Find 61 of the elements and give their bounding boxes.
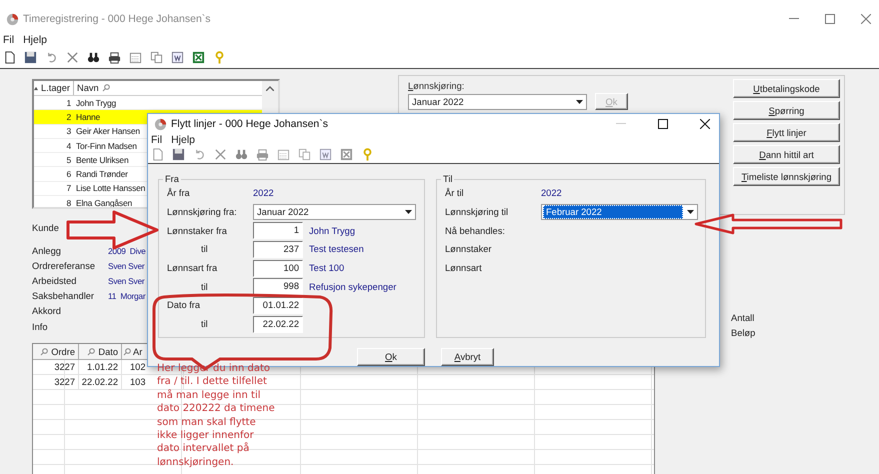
- column-title: Ar: [133, 346, 142, 357]
- field-label: Lønnskjøring fra:: [167, 207, 238, 218]
- list-cell-text: 4: [65, 140, 72, 151]
- field-label: til: [200, 282, 209, 292]
- field-value: John Trygg: [309, 226, 355, 236]
- field-value: Test 100: [309, 263, 344, 274]
- list-cell-text: Hanne: [75, 112, 100, 122]
- list-cell-text: John Trygg: [75, 98, 116, 108]
- column-title: Navn: [77, 83, 99, 93]
- list-cell-text: 8: [65, 198, 72, 207]
- field-label: Lønnskjøring:: [408, 81, 464, 91]
- table-cell: 1.01.22: [79, 360, 122, 376]
- column-title: Ordre: [51, 346, 75, 357]
- field-label: År til: [445, 188, 465, 198]
- total-label: Beløp: [731, 327, 756, 340]
- table-cell: 22.02.22: [79, 375, 122, 390]
- field-label: Lønnsart: [445, 263, 483, 274]
- field-label: Saksbehandler: [32, 291, 96, 302]
- list-cell-text: Bente Ulriksen: [75, 154, 128, 165]
- list-cell-text: 1: [65, 98, 72, 108]
- field-value: 2022: [541, 188, 562, 198]
- field-value: 2022: [253, 188, 274, 198]
- list-cell-text: Geir Aker Hansen: [75, 126, 140, 136]
- field-value: Test testesen: [309, 244, 364, 254]
- field-label: Lønnskjøring til: [445, 207, 510, 218]
- list-cell-text: Lise Lotte Hanssen: [75, 183, 146, 194]
- field-label: Kunde: [32, 222, 59, 235]
- field-value: Sven Sver: [108, 276, 144, 286]
- field-value: 11 Morgar: [108, 291, 146, 302]
- window-title: Timeregistrering - 000 Hege Johansen`s: [23, 13, 211, 25]
- list-cell-text: 7: [65, 183, 72, 194]
- field-label: Akkord: [32, 306, 62, 316]
- dialog-title: Flytt linjer - 000 Hege Johansen`s: [171, 118, 328, 130]
- column-title: Dato: [98, 346, 118, 357]
- field-value: Refusjon sykepenger: [309, 282, 396, 292]
- list-cell-text: Tor-Finn Madsen: [75, 140, 137, 151]
- field-label: Dato fra: [167, 300, 202, 310]
- table-cell: 3227: [33, 375, 79, 390]
- table-cell: 3227: [33, 360, 79, 376]
- list-cell-text: 5: [65, 154, 72, 165]
- list-cell-text: 6: [65, 169, 72, 180]
- list-cell-text: 2: [65, 112, 72, 122]
- list-cell-text: 3: [65, 126, 72, 136]
- field-value: 2009 Dive: [108, 246, 146, 256]
- column-title: L.tager: [41, 83, 70, 93]
- field-label: til: [200, 319, 209, 330]
- field-label: Lønnsart fra: [167, 263, 218, 274]
- field-value: Sven Sver: [108, 260, 144, 271]
- field-label: til: [200, 244, 209, 254]
- field-label: Arbeidsted: [32, 276, 78, 286]
- group-title: Fra: [164, 174, 180, 184]
- total-label: Antall: [731, 312, 756, 325]
- field-label: Lønnstaker fra: [167, 226, 228, 236]
- field-label: Nå behandles:: [445, 226, 506, 236]
- field-label: Info: [32, 322, 49, 332]
- field-label: Lønnstaker: [445, 244, 493, 254]
- list-cell-text: Randi Trønder: [75, 169, 128, 180]
- field-label: Ordrereferanse: [32, 260, 96, 271]
- field-label: Anlegg: [32, 246, 62, 256]
- group-title: Til: [442, 174, 454, 184]
- field-label: År fra: [167, 188, 191, 198]
